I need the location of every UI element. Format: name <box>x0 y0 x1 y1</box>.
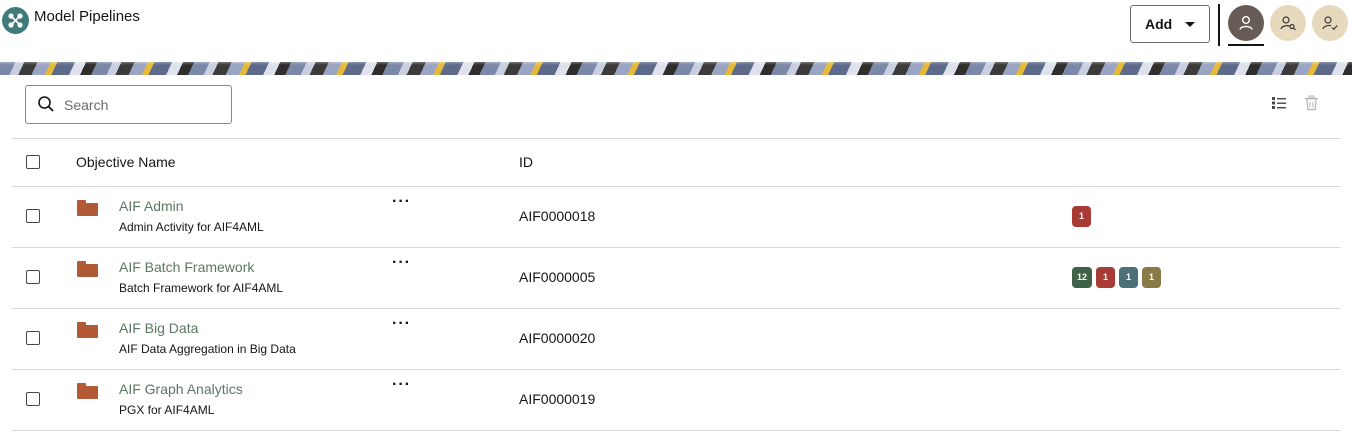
status-badges: 12 1 1 1 <box>1072 267 1162 288</box>
objective-name-link[interactable]: AIF Batch Framework <box>119 259 254 275</box>
row-actions-menu[interactable]: ··· <box>392 255 411 271</box>
table-row[interactable]: AIF Big Data AIF Data Aggregation in Big… <box>12 309 1341 370</box>
persona-user-button[interactable] <box>1228 5 1264 41</box>
table-row[interactable]: AIF Batch Framework Batch Framework for … <box>12 248 1341 309</box>
active-persona-indicator <box>1228 44 1264 46</box>
objectives-table: Objective Name ID AIF Admin Admin Activi… <box>12 138 1341 431</box>
add-button[interactable]: Add <box>1130 5 1210 43</box>
row-checkbox[interactable] <box>26 392 40 406</box>
list-view-icon[interactable] <box>1271 95 1287 116</box>
objective-description: PGX for AIF4AML <box>119 403 215 417</box>
status-badges: 1 <box>1072 206 1091 227</box>
persona-investigator-button[interactable] <box>1270 5 1306 41</box>
row-checkbox[interactable] <box>26 209 40 223</box>
objective-id: AIF0000005 <box>519 269 596 285</box>
user-icon <box>1239 16 1253 30</box>
column-header-objective-name[interactable]: Objective Name <box>76 154 176 170</box>
objective-description: Admin Activity for AIF4AML <box>119 220 264 234</box>
row-actions-menu[interactable]: ··· <box>392 316 411 332</box>
trash-icon[interactable] <box>1304 95 1319 116</box>
header-divider <box>1218 4 1220 46</box>
pipeline-logo-icon <box>2 7 29 34</box>
objective-id: AIF0000020 <box>519 330 596 346</box>
add-button-label: Add <box>1145 16 1173 32</box>
page-title: Model Pipelines <box>34 8 140 25</box>
column-header-id[interactable]: ID <box>519 154 533 170</box>
objective-id: AIF0000018 <box>519 208 596 224</box>
folder-icon <box>77 383 98 399</box>
persona-approver-button[interactable] <box>1312 5 1348 41</box>
row-checkbox[interactable] <box>26 331 40 345</box>
folder-icon <box>77 261 98 277</box>
status-badge[interactable]: 1 <box>1072 206 1091 227</box>
objective-description: Batch Framework for AIF4AML <box>119 281 284 295</box>
table-row[interactable]: AIF Admin Admin Activity for AIF4AML ···… <box>12 187 1341 248</box>
folder-icon <box>77 200 98 216</box>
status-badge[interactable]: 12 <box>1072 267 1093 288</box>
row-actions-menu[interactable]: ··· <box>392 194 411 210</box>
objective-name-link[interactable]: AIF Admin <box>119 198 184 214</box>
user-check-icon <box>1322 16 1338 31</box>
select-all-checkbox[interactable] <box>26 155 40 169</box>
status-badge[interactable]: 1 <box>1142 267 1162 288</box>
app-header: Model Pipelines Add <box>0 0 1352 62</box>
objective-name-link[interactable]: AIF Graph Analytics <box>119 381 243 397</box>
table-row[interactable]: AIF Graph Analytics PGX for AIF4AML ··· … <box>12 370 1341 431</box>
search-input[interactable] <box>64 94 224 116</box>
folder-icon <box>77 322 98 338</box>
table-header-row: Objective Name ID <box>12 138 1341 187</box>
caret-down-icon <box>1185 22 1195 27</box>
status-badge[interactable]: 1 <box>1119 267 1139 288</box>
row-actions-menu[interactable]: ··· <box>392 377 411 393</box>
status-badge[interactable]: 1 <box>1096 267 1116 288</box>
search-icon <box>38 96 54 112</box>
user-search-icon <box>1280 16 1296 31</box>
objective-description: AIF Data Aggregation in Big Data <box>119 342 296 356</box>
objective-name-link[interactable]: AIF Big Data <box>119 320 198 336</box>
banner-fade <box>0 55 1352 65</box>
row-checkbox[interactable] <box>26 270 40 284</box>
search-box[interactable] <box>25 85 232 124</box>
objective-id: AIF0000019 <box>519 391 596 407</box>
